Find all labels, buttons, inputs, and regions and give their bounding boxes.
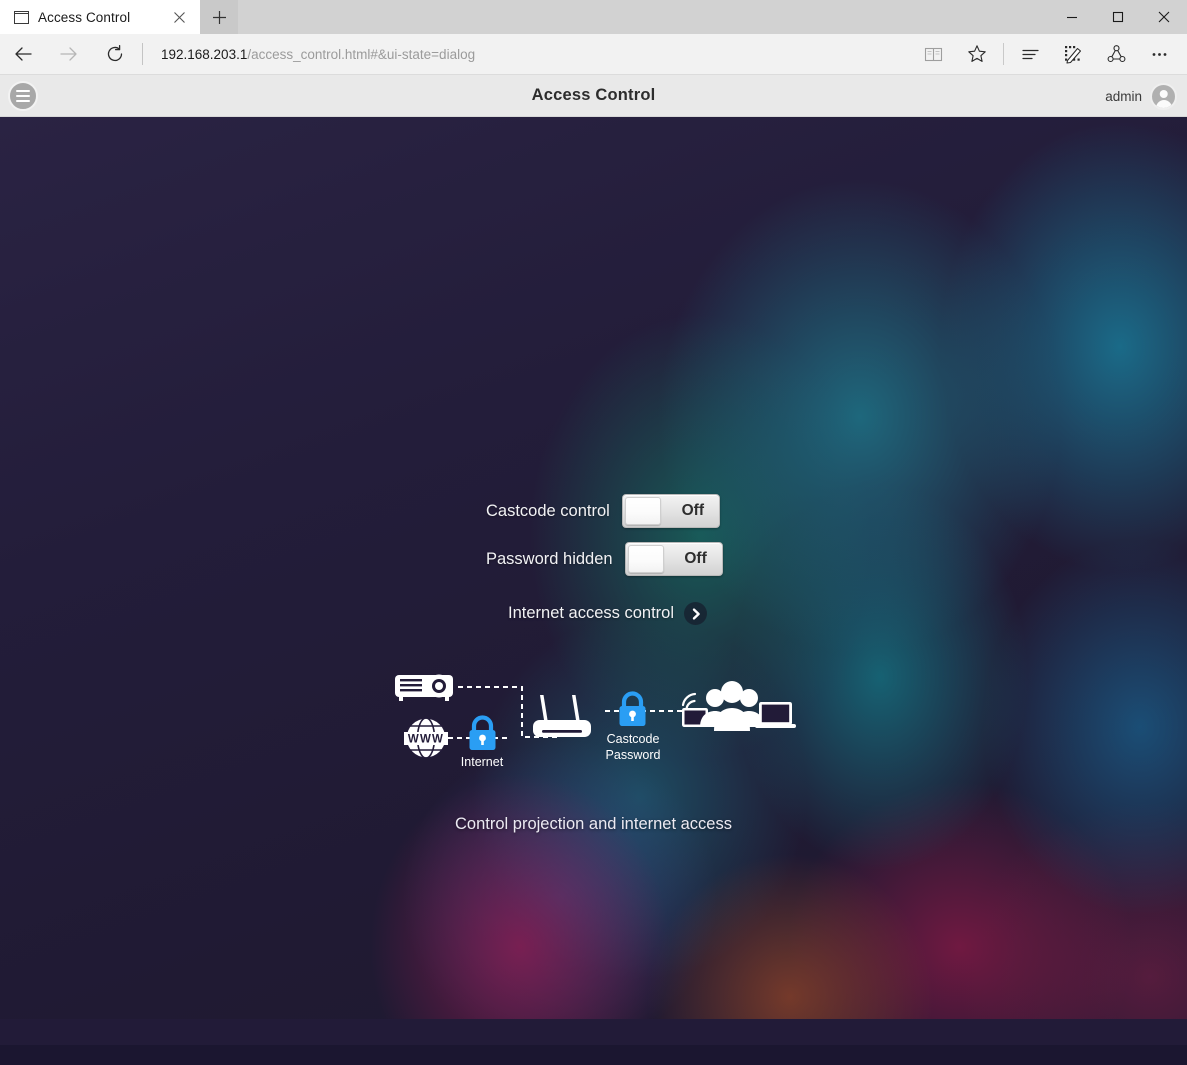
browser-navigation-bar: 192.168.203.1/access_control.html#&ui-st… bbox=[0, 34, 1187, 75]
chevron-right-icon[interactable] bbox=[684, 602, 707, 625]
password-hidden-toggle[interactable]: Off bbox=[624, 542, 723, 576]
reading-view-icon[interactable] bbox=[912, 34, 955, 75]
user-avatar-icon[interactable] bbox=[1150, 82, 1177, 110]
browser-toolbar bbox=[912, 34, 1187, 75]
url-host: 192.168.203.1 bbox=[161, 46, 248, 62]
castcode-label-line1: Castcode bbox=[607, 732, 660, 746]
projector-icon bbox=[395, 674, 453, 701]
new-tab-button[interactable] bbox=[200, 0, 238, 34]
toggle-knob bbox=[627, 545, 664, 573]
user-account-area[interactable]: admin bbox=[1105, 75, 1177, 117]
tab-strip-empty-area bbox=[238, 0, 1187, 34]
url-path: /access_control.html#&ui-state=dialog bbox=[247, 46, 476, 62]
setting-row-password-hidden: Password hidden Off bbox=[486, 542, 723, 576]
tab-title: Access Control bbox=[38, 9, 131, 25]
network-diagram: WWW Internet Castcode Password bbox=[390, 665, 800, 775]
password-hidden-state: Off bbox=[684, 550, 707, 567]
castcode-control-state: Off bbox=[681, 502, 705, 519]
hamburger-menu-icon[interactable] bbox=[8, 81, 38, 111]
tab-close-icon[interactable] bbox=[166, 4, 192, 30]
svg-text:WWW: WWW bbox=[408, 734, 444, 746]
tab-strip: Access Control bbox=[0, 0, 1187, 34]
www-globe-icon: WWW bbox=[404, 717, 448, 759]
castcode-control-label: Castcode control bbox=[486, 501, 610, 520]
castcode-control-toggle[interactable]: Off bbox=[621, 494, 720, 528]
share-icon[interactable] bbox=[1095, 34, 1138, 75]
page-title: Access Control bbox=[531, 86, 656, 104]
router-icon bbox=[533, 695, 591, 737]
maximize-icon[interactable] bbox=[1095, 0, 1141, 34]
castcode-label-line2: Password bbox=[606, 748, 661, 762]
laptop-icon bbox=[755, 702, 796, 728]
refresh-button[interactable] bbox=[92, 34, 138, 75]
people-icon bbox=[700, 681, 764, 731]
window-close-icon[interactable] bbox=[1141, 0, 1187, 34]
address-bar[interactable]: 192.168.203.1/access_control.html#&ui-st… bbox=[151, 34, 912, 75]
nav-divider bbox=[142, 43, 143, 65]
username-label: admin bbox=[1105, 88, 1142, 104]
browser-window: Access Control 192.168.203.1 /access_con… bbox=[0, 0, 1187, 1065]
setting-row-castcode-control: Castcode control Off bbox=[486, 494, 720, 528]
app-header: Access Control admin bbox=[0, 75, 1187, 117]
internet-access-control-label: Internet access control bbox=[508, 604, 674, 622]
more-icon[interactable] bbox=[1138, 34, 1181, 75]
lock-icon bbox=[469, 715, 496, 750]
window-controls bbox=[1049, 0, 1187, 34]
forward-button[interactable] bbox=[46, 34, 92, 75]
minimize-icon[interactable] bbox=[1049, 0, 1095, 34]
password-hidden-label: Password hidden bbox=[486, 549, 613, 568]
toolbar-divider bbox=[1003, 43, 1004, 65]
page-content: Castcode control Off Password hidden Off… bbox=[0, 117, 1187, 1019]
toggle-knob bbox=[624, 497, 661, 525]
favorites-star-icon[interactable] bbox=[955, 34, 998, 75]
web-note-icon[interactable] bbox=[1052, 34, 1095, 75]
page-viewport: Access Control admin Castcode control Of… bbox=[0, 75, 1187, 1065]
internet-label: Internet bbox=[461, 755, 504, 769]
diagram-caption: Control projection and internet access bbox=[455, 815, 732, 833]
hub-icon[interactable] bbox=[1009, 34, 1052, 75]
page-icon bbox=[14, 10, 29, 25]
back-button[interactable] bbox=[0, 34, 46, 75]
browser-tab-access-control[interactable]: Access Control bbox=[0, 0, 200, 34]
page-bottom-strip bbox=[0, 1045, 1187, 1065]
lock-icon-castcode bbox=[619, 691, 646, 726]
internet-access-control-link[interactable]: Internet access control bbox=[508, 602, 707, 625]
